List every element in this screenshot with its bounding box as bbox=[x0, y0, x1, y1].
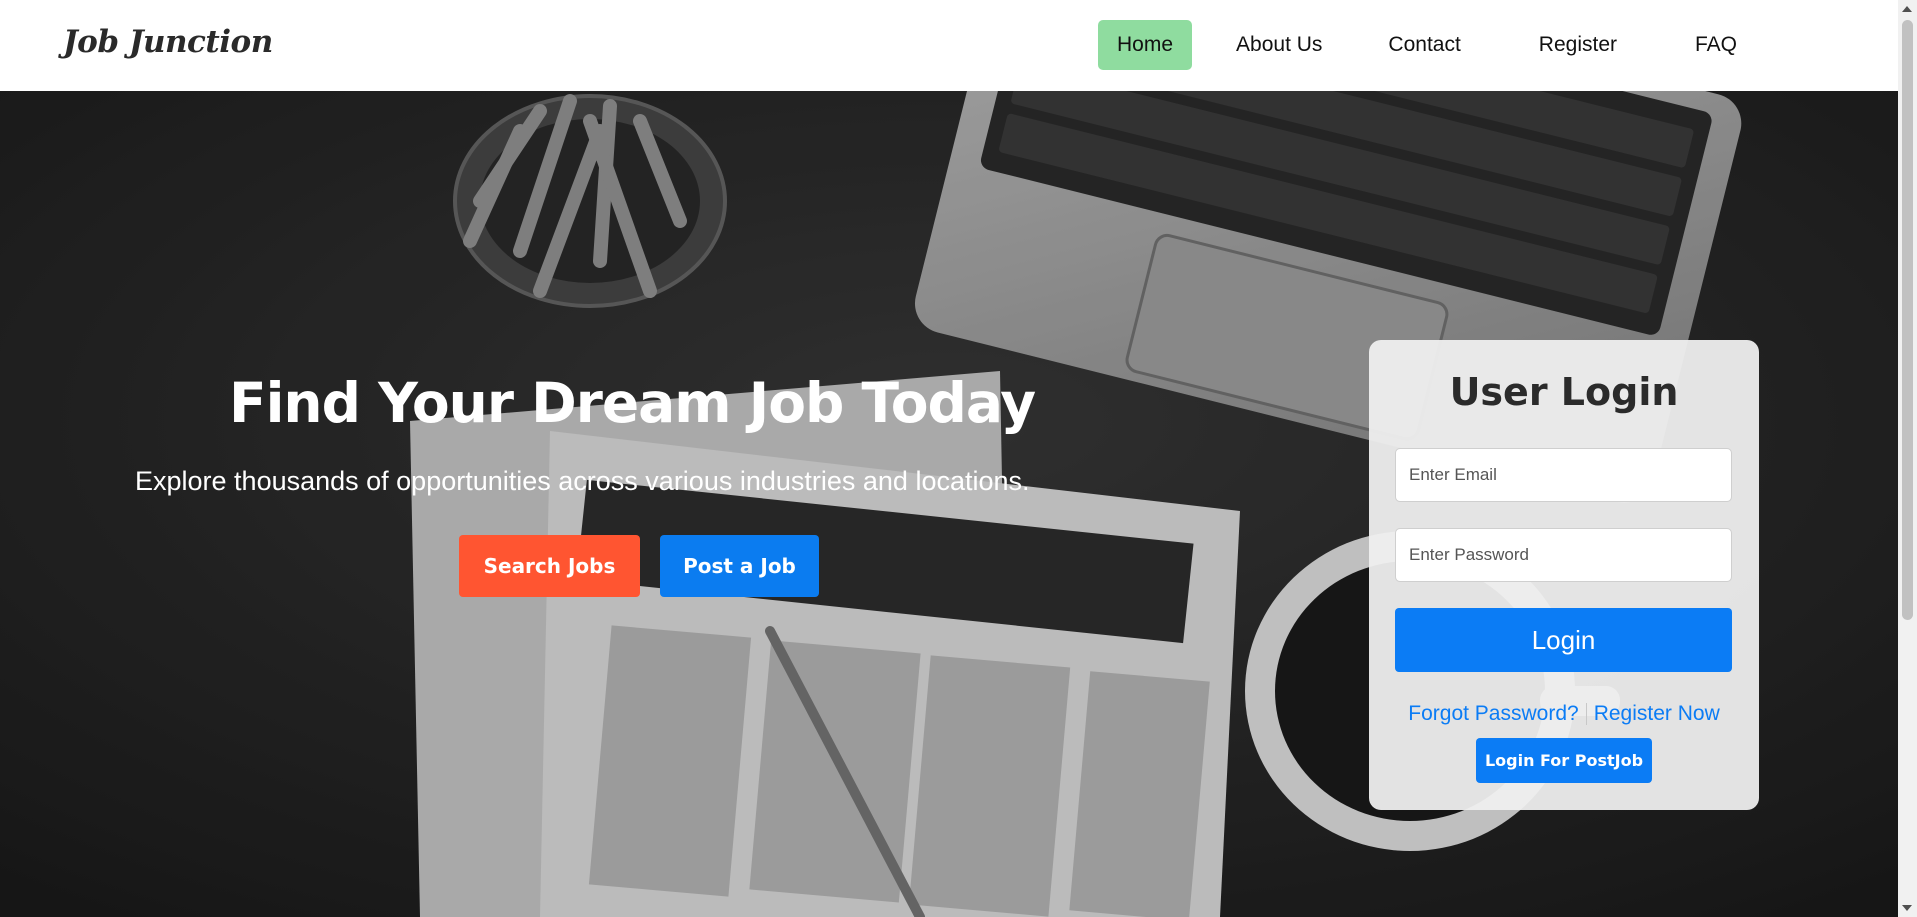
hero-section: Find Your Dream Job Today Explore thousa… bbox=[0, 91, 1898, 917]
login-links: Forgot Password? Register Now bbox=[1369, 702, 1759, 726]
scroll-down-icon[interactable] bbox=[1902, 905, 1912, 911]
hero-title: Find Your Dream Job Today bbox=[229, 371, 1036, 435]
search-jobs-button[interactable]: Search Jobs bbox=[459, 535, 640, 597]
login-button[interactable]: Login bbox=[1395, 608, 1732, 672]
nav-home[interactable]: Home bbox=[1098, 20, 1193, 70]
login-for-postjob-button[interactable]: Login For PostJob bbox=[1476, 738, 1652, 783]
email-field[interactable] bbox=[1395, 448, 1732, 502]
nav-register[interactable]: Register bbox=[1539, 20, 1617, 70]
login-title: User Login bbox=[1449, 370, 1679, 414]
nav-links: Home About Us Contact Register FAQ bbox=[1098, 20, 1737, 70]
scroll-thumb[interactable] bbox=[1902, 20, 1913, 620]
user-login-card: User Login Login Forgot Password? Registe… bbox=[1369, 340, 1759, 810]
nav-about-us[interactable]: About Us bbox=[1230, 20, 1328, 70]
password-field[interactable] bbox=[1395, 528, 1732, 582]
link-divider bbox=[1585, 703, 1587, 726]
post-job-button[interactable]: Post a Job bbox=[660, 535, 819, 597]
hero-subtitle: Explore thousands of opportunities acros… bbox=[135, 466, 1030, 496]
scroll-up-icon[interactable] bbox=[1902, 6, 1912, 12]
navbar: Job Junction Home About Us Contact Regis… bbox=[0, 0, 1898, 91]
site-logo[interactable]: Job Junction bbox=[63, 24, 273, 60]
nav-contact[interactable]: Contact bbox=[1388, 20, 1460, 70]
register-now-link[interactable]: Register Now bbox=[1594, 702, 1720, 725]
vertical-scrollbar[interactable] bbox=[1898, 0, 1917, 917]
forgot-password-link[interactable]: Forgot Password? bbox=[1408, 702, 1578, 725]
nav-faq[interactable]: FAQ bbox=[1695, 20, 1737, 70]
